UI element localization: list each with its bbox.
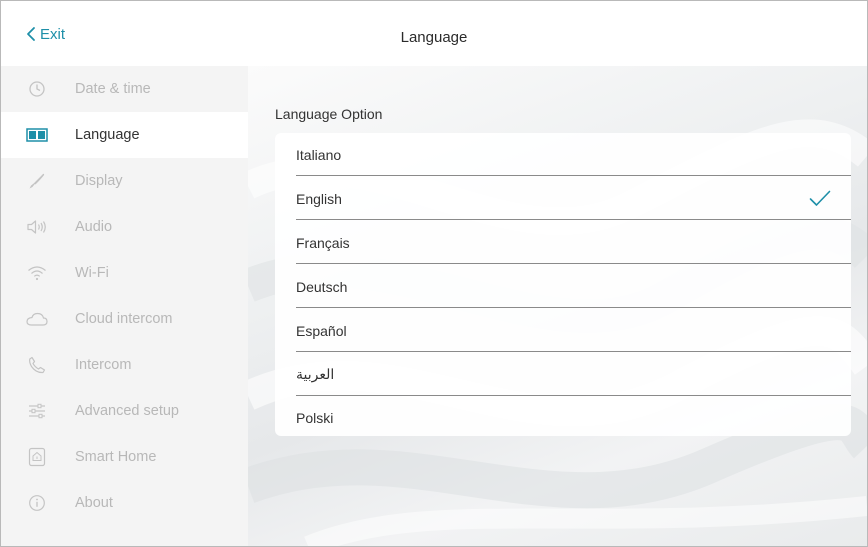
sidebar-item-label: Cloud intercom: [75, 311, 173, 327]
language-option-polski[interactable]: Polski: [275, 396, 851, 439]
language-option-deutsch[interactable]: Deutsch: [275, 265, 851, 308]
sidebar-item-label: Smart Home: [75, 449, 157, 465]
sidebar-item-label: Language: [75, 127, 140, 143]
divider: [296, 219, 851, 220]
language-label: English: [296, 190, 342, 207]
info-icon: [26, 492, 48, 514]
sidebar-item-date-time[interactable]: Date & time: [1, 66, 248, 112]
content-panel: Language Option Italiano English Françai…: [248, 66, 867, 546]
top-bar: Exit Language: [1, 1, 867, 66]
language-label: Español: [296, 322, 347, 339]
speaker-icon: [26, 216, 48, 238]
clock-icon: [26, 78, 48, 100]
language-icon: [26, 124, 48, 146]
language-list: Italiano English Français Deutsch Españo…: [275, 133, 851, 436]
language-option-espanol[interactable]: Español: [275, 309, 851, 352]
sidebar-item-label: About: [75, 495, 113, 511]
sidebar-item-label: Intercom: [75, 357, 132, 373]
settings-window: Exit Language Date & time Language Displ…: [0, 0, 868, 547]
sliders-icon: [26, 400, 48, 422]
cloud-icon: [26, 308, 48, 330]
sidebar-item-advanced-setup[interactable]: Advanced setup: [1, 388, 248, 434]
language-label: Polski: [296, 409, 334, 426]
divider: [296, 307, 851, 308]
sidebar-item-intercom[interactable]: Intercom: [1, 342, 248, 388]
sidebar-item-label: Wi-Fi: [75, 265, 109, 281]
sidebar-item-label: Date & time: [75, 81, 151, 97]
language-label: Italiano: [296, 146, 342, 163]
sidebar-item-audio[interactable]: Audio: [1, 204, 248, 250]
sidebar-item-display[interactable]: Display: [1, 158, 248, 204]
sidebar-item-label: Audio: [75, 219, 113, 235]
language-label: العربية: [296, 366, 335, 382]
divider: [296, 175, 851, 176]
divider: [296, 263, 851, 264]
sidebar: Date & time Language Display Audio Wi-Fi: [1, 66, 248, 546]
divider: [296, 351, 851, 352]
sidebar-item-wifi[interactable]: Wi-Fi: [1, 250, 248, 296]
sidebar-item-label: Display: [75, 173, 123, 189]
brush-icon: [26, 170, 48, 192]
phone-icon: [26, 354, 48, 376]
language-option-english[interactable]: English: [275, 177, 851, 220]
language-option-francais[interactable]: Français: [275, 221, 851, 264]
sidebar-item-language[interactable]: Language: [1, 112, 248, 158]
section-title: Language Option: [275, 106, 383, 122]
checkmark-icon: [809, 190, 831, 206]
sidebar-item-label: Advanced setup: [75, 403, 179, 419]
language-label: Deutsch: [296, 278, 348, 295]
sidebar-item-smart-home[interactable]: Smart Home: [1, 434, 248, 480]
wifi-icon: [26, 262, 48, 284]
sidebar-item-cloud-intercom[interactable]: Cloud intercom: [1, 296, 248, 342]
language-label: Français: [296, 234, 350, 251]
language-option-italiano[interactable]: Italiano: [275, 133, 851, 176]
language-option-arabic[interactable]: العربية: [275, 353, 851, 396]
page-title: Language: [400, 29, 468, 46]
smart-home-icon: [26, 446, 48, 468]
sidebar-item-about[interactable]: About: [1, 480, 248, 526]
